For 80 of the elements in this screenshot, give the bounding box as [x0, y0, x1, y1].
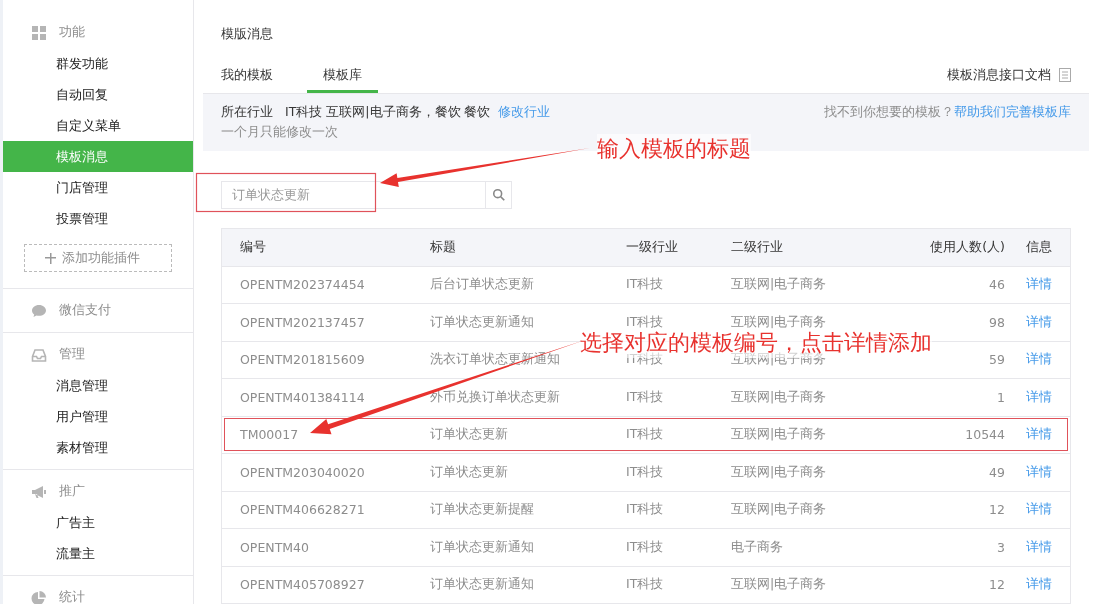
primary-industry: IT科技	[626, 276, 664, 294]
industry-value: IT科技 互联网|电子商务，餐饮 餐饮	[285, 103, 491, 121]
megaphone-icon	[31, 483, 47, 500]
column-header: 使用人数(人)	[929, 237, 1005, 256]
sidebar-item[interactable]: 自动回复	[3, 79, 193, 110]
sidebar-item[interactable]: 素材管理	[3, 432, 193, 463]
template-id: OPENTM40	[240, 539, 309, 555]
page-title: 模版消息	[220, 25, 274, 43]
template-id: OPENTM201815609	[240, 352, 365, 368]
secondary-industry: 互联网|电子商务	[731, 576, 827, 594]
primary-industry: IT科技	[626, 538, 664, 556]
secondary-industry: 互联网|电子商务	[731, 313, 827, 331]
primary-industry: IT科技	[626, 426, 664, 444]
template-title: 后台订单状态更新	[430, 276, 534, 294]
column-header: 标题	[429, 237, 457, 256]
user-count: 1	[997, 389, 1005, 405]
document-icon	[1059, 68, 1071, 82]
primary-industry: IT科技	[626, 463, 664, 481]
template-title: 订单状态更新通知	[430, 538, 534, 556]
search-field[interactable]: 订单状态更新	[221, 181, 485, 209]
sidebar-item[interactable]: 群发功能	[3, 48, 193, 79]
template-title: 订单状态更新通知	[430, 313, 534, 331]
sidebar-item[interactable]: 自定义菜单	[3, 110, 193, 141]
user-count: 12	[989, 502, 1005, 518]
sidebar-item[interactable]: 广告主	[3, 507, 193, 538]
industry-label: 所在行业	[221, 103, 273, 121]
secondary-industry: 互联网|电子商务	[731, 501, 827, 519]
column-header: 二级行业	[730, 237, 784, 256]
secondary-industry: 电子商务	[731, 538, 783, 556]
search-icon	[491, 187, 506, 202]
user-count: 49	[989, 464, 1005, 480]
add-plugin-button[interactable]: 添加功能插件	[24, 244, 172, 272]
primary-industry: IT科技	[626, 388, 664, 406]
column-header: 一级行业	[625, 237, 679, 256]
search-button[interactable]	[485, 181, 512, 209]
user-count: 98	[989, 314, 1005, 330]
sidebar-item[interactable]: 消息管理	[3, 370, 193, 401]
user-count: 3	[997, 539, 1005, 555]
template-title: 外币兑换订单状态更新	[430, 388, 560, 406]
edit-limit-note: 一个月只能修改一次	[221, 124, 339, 141]
sidebar-item[interactable]: 门店管理	[3, 172, 193, 203]
template-title: 订单状态更新提醒	[430, 501, 534, 519]
primary-industry: IT科技	[626, 313, 664, 331]
chat-bubble-icon	[31, 302, 47, 319]
column-header: 信息	[1025, 237, 1053, 256]
template-id: OPENTM203040020	[240, 464, 365, 480]
sidebar-section-title: 统计	[59, 589, 85, 604]
secondary-industry: 互联网|电子商务	[731, 388, 827, 406]
help-text: 找不到你想要的模板？	[824, 103, 954, 121]
template-id: TM00017	[240, 427, 299, 443]
primary-industry: IT科技	[626, 576, 664, 594]
secondary-industry: 互联网|电子商务	[731, 426, 827, 444]
primary-industry: IT科技	[626, 501, 664, 519]
sidebar-section-title: 微信支付	[59, 302, 111, 319]
template-id: OPENTM202374454	[240, 277, 365, 293]
sidebar-section-title: 管理	[59, 346, 85, 363]
template-id: OPENTM405708927	[240, 577, 365, 593]
template-title: 订单状态更新	[430, 463, 508, 481]
tab[interactable]: 我的模板	[221, 60, 289, 93]
user-count: 10544	[965, 427, 1005, 443]
sidebar-section-title: 功能	[59, 24, 85, 41]
sidebar-item[interactable]: 流量主	[3, 538, 193, 569]
user-count: 12	[989, 577, 1005, 593]
template-title: 订单状态更新通知	[430, 576, 534, 594]
sidebar-section-title: 推广	[59, 483, 85, 500]
user-count: 46	[989, 277, 1005, 293]
user-count: 59	[989, 352, 1005, 368]
sidebar-item[interactable]: 投票管理	[3, 203, 193, 234]
pie-chart-icon	[31, 589, 47, 604]
api-docs-link[interactable]: 模板消息接口文档	[947, 60, 1051, 93]
template-id: OPENTM202137457	[240, 314, 365, 330]
sidebar-item[interactable]: 用户管理	[3, 401, 193, 432]
grid-icon	[31, 24, 47, 41]
template-id: OPENTM401384114	[240, 389, 365, 405]
inbox-icon	[31, 346, 47, 363]
template-title: 订单状态更新	[430, 426, 508, 444]
column-header: 编号	[239, 237, 267, 256]
template-id: OPENTM406628271	[240, 502, 365, 518]
secondary-industry: 互联网|电子商务	[731, 463, 827, 481]
secondary-industry: 互联网|电子商务	[731, 276, 827, 294]
